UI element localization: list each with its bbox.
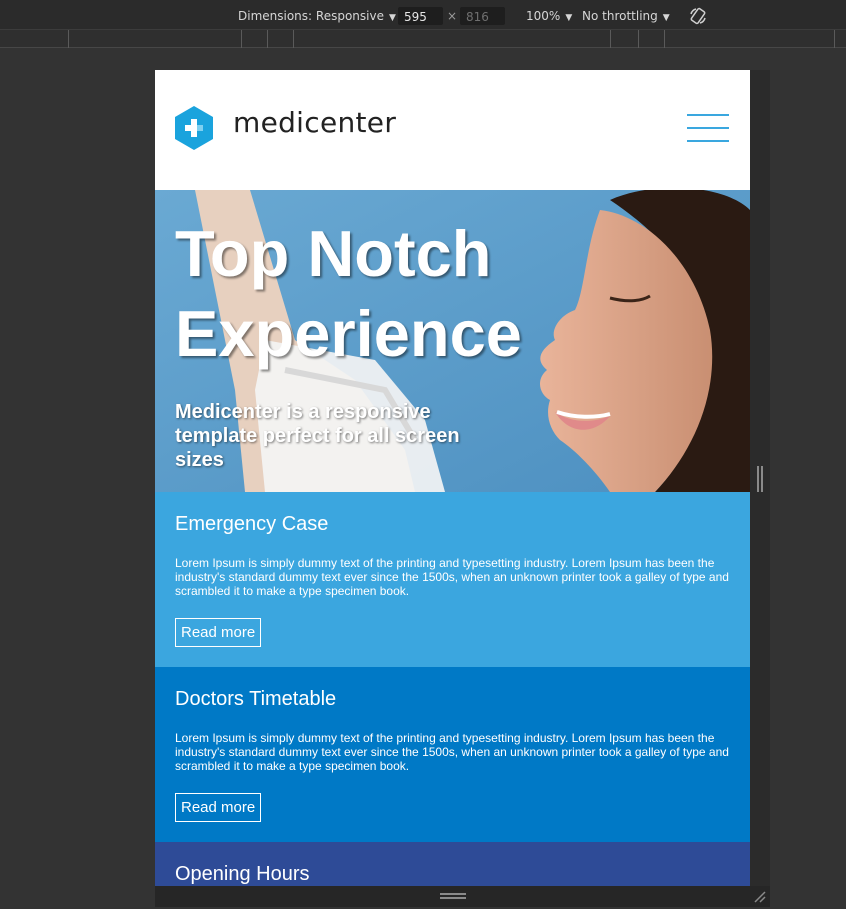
device-toolbar: Dimensions: Responsive ▼ 595 × 816 100% ▼ … bbox=[0, 0, 846, 30]
right-resize-handle[interactable] bbox=[757, 466, 763, 492]
throttling-dropdown[interactable]: No throttling ▼ bbox=[582, 8, 670, 24]
ruler-tick bbox=[834, 30, 835, 48]
zoom-dropdown[interactable]: 100% ▼ bbox=[526, 8, 572, 24]
ruler-tick bbox=[664, 30, 665, 48]
bottom-resize-gutter bbox=[155, 886, 770, 907]
box-text: Lorem Ipsum is simply dummy text of the … bbox=[175, 731, 729, 773]
ruler-tick bbox=[68, 30, 69, 48]
menu-bar bbox=[687, 140, 729, 142]
bottom-resize-handle[interactable] bbox=[440, 893, 466, 899]
chevron-down-icon: ▼ bbox=[388, 13, 396, 23]
throttling-label: No throttling bbox=[582, 9, 658, 23]
hero-title: Top Notch Experience bbox=[175, 217, 522, 370]
site-header: medicenter bbox=[155, 70, 750, 190]
box-title: Doctors Timetable bbox=[175, 688, 337, 710]
dimensions-dropdown[interactable]: Dimensions: Responsive ▼ bbox=[238, 8, 396, 24]
device-ruler bbox=[0, 30, 846, 48]
zoom-label: 100% bbox=[526, 9, 561, 23]
doctors-timetable-box: Doctors Timetable Lorem Ipsum is simply … bbox=[155, 667, 750, 842]
ruler-tick bbox=[267, 30, 268, 48]
page-viewport: medicenter Top Notch Experience Medicent… bbox=[155, 70, 750, 886]
dimension-separator: × bbox=[447, 9, 458, 23]
ruler-tick bbox=[293, 30, 294, 48]
dimensions-label: Dimensions: Responsive bbox=[238, 9, 384, 23]
rotate-icon[interactable] bbox=[688, 6, 708, 26]
ruler-tick bbox=[638, 30, 639, 48]
corner-resize-icon[interactable] bbox=[753, 890, 767, 904]
box-text: Lorem Ipsum is simply dummy text of the … bbox=[175, 556, 729, 598]
hero-banner: Top Notch Experience Medicenter is a res… bbox=[155, 190, 750, 492]
read-more-button[interactable]: Read more bbox=[175, 618, 262, 647]
emergency-case-box: Emergency Case Lorem Ipsum is simply dum… bbox=[155, 492, 750, 667]
hamburger-menu-icon[interactable] bbox=[687, 114, 729, 146]
read-more-button[interactable]: Read more bbox=[175, 793, 262, 822]
menu-bar bbox=[687, 114, 729, 116]
ruler-tick bbox=[241, 30, 242, 48]
hero-subtitle: Medicenter is a responsive template perf… bbox=[175, 401, 460, 471]
height-input[interactable]: 816 bbox=[460, 7, 505, 25]
box-title: Emergency Case bbox=[175, 513, 329, 535]
menu-bar bbox=[687, 127, 729, 129]
chevron-down-icon: ▼ bbox=[565, 13, 573, 23]
box-title: Opening Hours bbox=[175, 863, 310, 885]
medical-cross-icon[interactable] bbox=[175, 106, 213, 150]
site-logo-text[interactable]: medicenter bbox=[233, 106, 396, 139]
device-frame: medicenter Top Notch Experience Medicent… bbox=[155, 70, 770, 886]
ruler-tick bbox=[610, 30, 611, 48]
opening-hours-box: Opening Hours bbox=[155, 842, 750, 886]
chevron-down-icon: ▼ bbox=[662, 13, 670, 23]
width-input[interactable]: 595 bbox=[398, 7, 443, 25]
